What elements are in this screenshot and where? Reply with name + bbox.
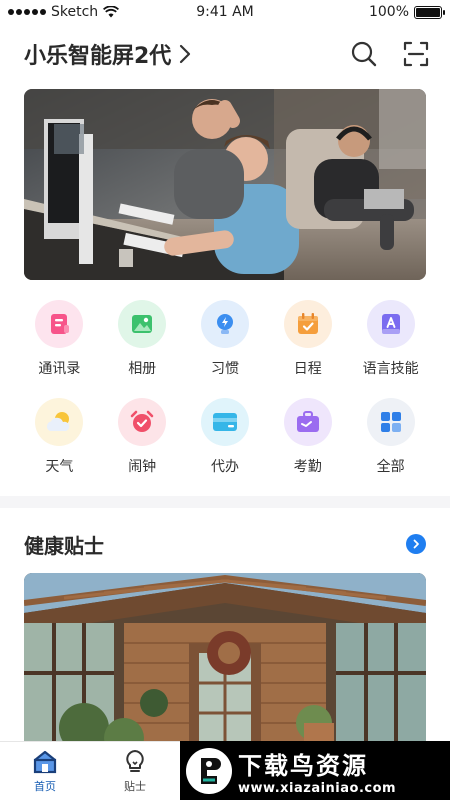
bulb-icon [126,750,144,772]
shortcut-todo[interactable]: 代办 [184,398,267,476]
shortcut-contacts[interactable]: 通讯录 [18,300,101,378]
shortcut-all[interactable]: 全部 [349,398,432,476]
watermark-logo [186,747,232,794]
tab-tips[interactable]: 贴士 [90,742,180,800]
search-icon [351,41,377,67]
greenhouse-photo [24,573,426,753]
language-icon [366,300,415,348]
watermark-text: 下载鸟资源 www.xiazainiao.com [238,746,396,796]
shortcut-grid: 通讯录 相册 习惯 日程 语言技能 天气 闹钟 代办 考勤 全部 [18,300,432,476]
watermark-url: www.xiazainiao.com [238,780,397,796]
office-photo [24,89,426,280]
shortcut-label: 日程 [293,361,322,377]
health-section-header: 健康贴士 [24,530,426,558]
health-more-button[interactable] [406,534,426,554]
tab-label: 首页 [34,780,56,793]
shortcut-alarm[interactable]: 闹钟 [101,398,184,476]
habit-icon [200,300,249,348]
chevron-right-circle-icon [413,539,419,549]
section-title: 健康贴士 [24,533,104,558]
shortcut-label: 相册 [128,361,157,377]
status-bar: Sketch 9:41 AM 100% [0,0,450,24]
shortcut-label: 语言技能 [362,361,419,377]
shortcut-label: 习惯 [210,361,239,377]
chevron-right-icon [180,44,191,64]
battery-icon [414,5,445,19]
shortcut-label: 闹钟 [128,459,157,475]
scan-button[interactable] [400,38,432,70]
shortcut-label: 考勤 [293,459,322,475]
shortcut-label: 天气 [45,459,74,475]
tab-home[interactable]: 首页 [0,742,90,800]
app-header: 小乐智能屏2代 [24,34,432,74]
shortcut-weather[interactable]: 天气 [18,398,101,476]
weather-icon [35,398,84,446]
scan-icon [403,41,429,67]
device-selector[interactable]: 小乐智能屏2代 [24,38,191,70]
promo-banner[interactable] [24,89,426,280]
health-tip-card[interactable] [24,573,426,753]
clock: 9:41 AM [196,4,254,20]
attendance-icon [283,398,332,446]
contacts-icon [35,300,84,348]
section-divider [0,496,450,508]
page-title: 小乐智能屏2代 [24,44,172,69]
shortcut-attendance[interactable]: 考勤 [266,398,349,476]
home-icon [33,750,57,774]
alarm-icon [118,398,167,446]
shortcut-habit[interactable]: 习惯 [184,300,267,378]
shortcut-label: 代办 [210,459,239,475]
header-actions [348,38,432,70]
watermark-main: 下载鸟资源 [238,751,368,780]
shortcut-language-skill[interactable]: 语言技能 [349,300,432,378]
album-icon [118,300,167,348]
shortcut-album[interactable]: 相册 [101,300,184,378]
site-watermark: 下载鸟资源 www.xiazainiao.com [180,741,450,800]
todo-icon [200,398,249,446]
all-apps-icon [366,398,415,446]
shortcut-calendar[interactable]: 日程 [266,300,349,378]
tab-label: 贴士 [124,780,146,793]
calendar-icon [283,300,332,348]
shortcut-label: 通讯录 [38,361,81,377]
shortcut-label: 全部 [376,459,405,475]
search-button[interactable] [348,38,380,70]
